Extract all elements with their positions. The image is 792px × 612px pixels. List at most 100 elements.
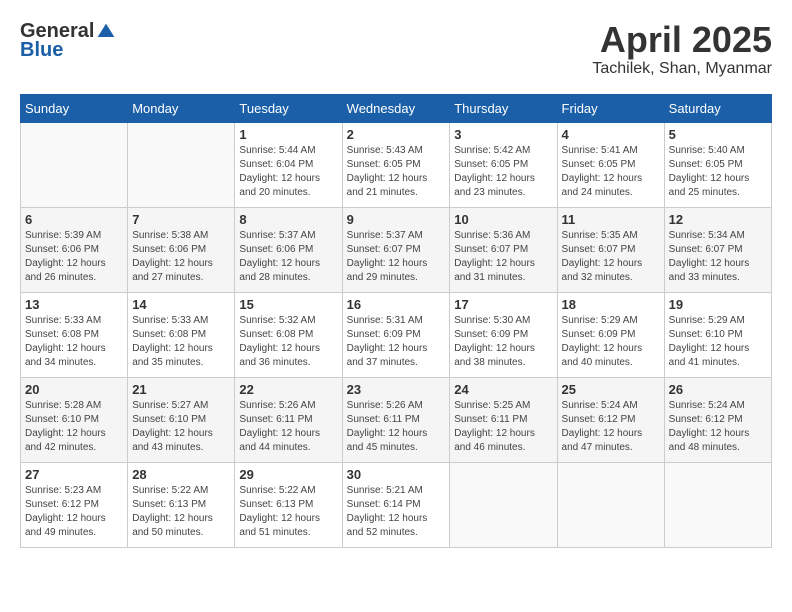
day-info: Sunrise: 5:34 AMSunset: 6:07 PMDaylight:… xyxy=(669,229,767,285)
calendar-cell: 4 Sunrise: 5:41 AMSunset: 6:05 PMDaylight… xyxy=(557,122,664,207)
calendar-cell xyxy=(664,462,771,547)
day-info: Sunrise: 5:24 AMSunset: 6:12 PMDaylight:… xyxy=(562,399,660,455)
day-number: 26 xyxy=(669,382,767,397)
day-number: 5 xyxy=(669,127,767,142)
calendar-cell: 7 Sunrise: 5:38 AMSunset: 6:06 PMDaylight… xyxy=(128,207,235,292)
calendar-cell: 8 Sunrise: 5:37 AMSunset: 6:06 PMDaylight… xyxy=(235,207,342,292)
day-number: 1 xyxy=(239,127,337,142)
day-number: 7 xyxy=(132,212,230,227)
day-info: Sunrise: 5:32 AMSunset: 6:08 PMDaylight:… xyxy=(239,314,337,370)
day-number: 16 xyxy=(347,297,446,312)
logo: General Blue xyxy=(20,20,116,62)
weekday-header: Monday xyxy=(128,94,235,122)
calendar-cell: 13Sunrise: 5:33 AMSunset: 6:08 PMDayligh… xyxy=(21,292,128,377)
calendar-cell xyxy=(557,462,664,547)
calendar-cell xyxy=(128,122,235,207)
calendar-cell: 1Sunrise: 5:44 AMSunset: 6:04 PMDaylight… xyxy=(235,122,342,207)
calendar-week-row: 13Sunrise: 5:33 AMSunset: 6:08 PMDayligh… xyxy=(21,292,772,377)
day-info: Sunrise: 5:27 AMSunset: 6:10 PMDaylight:… xyxy=(132,399,230,455)
calendar-cell: 18 Sunrise: 5:29 AMSunset: 6:09 PMDayligh… xyxy=(557,292,664,377)
calendar-cell: 28Sunrise: 5:22 AMSunset: 6:13 PMDayligh… xyxy=(128,462,235,547)
day-info: Sunrise: 5:25 AMSunset: 6:11 PMDaylight:… xyxy=(454,399,552,455)
calendar-week-row: 27 Sunrise: 5:23 AMSunset: 6:12 PMDayligh… xyxy=(21,462,772,547)
day-info: Sunrise: 5:39 AMSunset: 6:06 PMDaylight:… xyxy=(25,229,123,285)
weekday-header: Sunday xyxy=(21,94,128,122)
day-info: Sunrise: 5:37 AMSunset: 6:06 PMDaylight:… xyxy=(239,229,337,285)
weekday-header: Tuesday xyxy=(235,94,342,122)
title-section: April 2025 Tachilek, Shan, Myanmar xyxy=(592,20,772,78)
calendar-cell: 25 Sunrise: 5:24 AMSunset: 6:12 PMDayligh… xyxy=(557,377,664,462)
calendar-cell: 16 Sunrise: 5:31 AMSunset: 6:09 PMDayligh… xyxy=(342,292,450,377)
calendar-cell: 3Sunrise: 5:42 AMSunset: 6:05 PMDaylight… xyxy=(450,122,557,207)
calendar-cell: 27 Sunrise: 5:23 AMSunset: 6:12 PMDayligh… xyxy=(21,462,128,547)
day-number: 2 xyxy=(347,127,446,142)
day-info: Sunrise: 5:43 AMSunset: 6:05 PMDaylight:… xyxy=(347,144,446,200)
day-info: Sunrise: 5:42 AMSunset: 6:05 PMDaylight:… xyxy=(454,144,552,200)
calendar-cell: 24Sunrise: 5:25 AMSunset: 6:11 PMDayligh… xyxy=(450,377,557,462)
day-number: 19 xyxy=(669,297,767,312)
day-info: Sunrise: 5:33 AMSunset: 6:08 PMDaylight:… xyxy=(132,314,230,370)
month-title: April 2025 xyxy=(592,20,772,60)
day-number: 17 xyxy=(454,297,552,312)
calendar-cell: 10 Sunrise: 5:36 AMSunset: 6:07 PMDayligh… xyxy=(450,207,557,292)
day-info: Sunrise: 5:29 AMSunset: 6:09 PMDaylight:… xyxy=(562,314,660,370)
day-info: Sunrise: 5:23 AMSunset: 6:12 PMDaylight:… xyxy=(25,484,123,540)
calendar-cell: 15 Sunrise: 5:32 AMSunset: 6:08 PMDayligh… xyxy=(235,292,342,377)
weekday-header-row: SundayMondayTuesdayWednesdayThursdayFrid… xyxy=(21,94,772,122)
day-info: Sunrise: 5:37 AMSunset: 6:07 PMDaylight:… xyxy=(347,229,446,285)
calendar-cell: 6Sunrise: 5:39 AMSunset: 6:06 PMDaylight… xyxy=(21,207,128,292)
calendar-cell: 22Sunrise: 5:26 AMSunset: 6:11 PMDayligh… xyxy=(235,377,342,462)
day-info: Sunrise: 5:36 AMSunset: 6:07 PMDaylight:… xyxy=(454,229,552,285)
day-number: 9 xyxy=(347,212,446,227)
day-info: Sunrise: 5:22 AMSunset: 6:13 PMDaylight:… xyxy=(239,484,337,540)
day-number: 22 xyxy=(239,382,337,397)
day-number: 23 xyxy=(347,382,446,397)
calendar-cell: 14 Sunrise: 5:33 AMSunset: 6:08 PMDayligh… xyxy=(128,292,235,377)
day-number: 15 xyxy=(239,297,337,312)
calendar-cell: 5 Sunrise: 5:40 AMSunset: 6:05 PMDaylight… xyxy=(664,122,771,207)
day-number: 30 xyxy=(347,467,446,482)
calendar-cell: 19 Sunrise: 5:29 AMSunset: 6:10 PMDayligh… xyxy=(664,292,771,377)
day-number: 25 xyxy=(562,382,660,397)
calendar-cell: 2 Sunrise: 5:43 AMSunset: 6:05 PMDaylight… xyxy=(342,122,450,207)
day-number: 4 xyxy=(562,127,660,142)
day-number: 20 xyxy=(25,382,123,397)
calendar-cell: 20Sunrise: 5:28 AMSunset: 6:10 PMDayligh… xyxy=(21,377,128,462)
day-info: Sunrise: 5:31 AMSunset: 6:09 PMDaylight:… xyxy=(347,314,446,370)
location-title: Tachilek, Shan, Myanmar xyxy=(592,60,772,78)
day-number: 10 xyxy=(454,212,552,227)
calendar-cell: 21 Sunrise: 5:27 AMSunset: 6:10 PMDayligh… xyxy=(128,377,235,462)
calendar-cell: 29 Sunrise: 5:22 AMSunset: 6:13 PMDayligh… xyxy=(235,462,342,547)
weekday-header: Wednesday xyxy=(342,94,450,122)
calendar-cell: 9 Sunrise: 5:37 AMSunset: 6:07 PMDaylight… xyxy=(342,207,450,292)
day-info: Sunrise: 5:33 AMSunset: 6:08 PMDaylight:… xyxy=(25,314,123,370)
day-info: Sunrise: 5:30 AMSunset: 6:09 PMDaylight:… xyxy=(454,314,552,370)
day-number: 21 xyxy=(132,382,230,397)
day-number: 8 xyxy=(239,212,337,227)
calendar-week-row: 20Sunrise: 5:28 AMSunset: 6:10 PMDayligh… xyxy=(21,377,772,462)
logo-icon xyxy=(96,22,116,42)
day-number: 29 xyxy=(239,467,337,482)
calendar-week-row: 6Sunrise: 5:39 AMSunset: 6:06 PMDaylight… xyxy=(21,207,772,292)
calendar-cell: 26 Sunrise: 5:24 AMSunset: 6:12 PMDayligh… xyxy=(664,377,771,462)
day-info: Sunrise: 5:29 AMSunset: 6:10 PMDaylight:… xyxy=(669,314,767,370)
day-info: Sunrise: 5:38 AMSunset: 6:06 PMDaylight:… xyxy=(132,229,230,285)
logo-blue: Blue xyxy=(20,39,63,62)
day-info: Sunrise: 5:24 AMSunset: 6:12 PMDaylight:… xyxy=(669,399,767,455)
calendar-week-row: 1Sunrise: 5:44 AMSunset: 6:04 PMDaylight… xyxy=(21,122,772,207)
day-info: Sunrise: 5:41 AMSunset: 6:05 PMDaylight:… xyxy=(562,144,660,200)
day-number: 27 xyxy=(25,467,123,482)
calendar-cell: 11Sunrise: 5:35 AMSunset: 6:07 PMDayligh… xyxy=(557,207,664,292)
day-info: Sunrise: 5:40 AMSunset: 6:05 PMDaylight:… xyxy=(669,144,767,200)
day-info: Sunrise: 5:22 AMSunset: 6:13 PMDaylight:… xyxy=(132,484,230,540)
weekday-header: Saturday xyxy=(664,94,771,122)
day-number: 11 xyxy=(562,212,660,227)
calendar-table: SundayMondayTuesdayWednesdayThursdayFrid… xyxy=(20,94,772,548)
weekday-header: Thursday xyxy=(450,94,557,122)
day-number: 18 xyxy=(562,297,660,312)
calendar-cell: 12 Sunrise: 5:34 AMSunset: 6:07 PMDayligh… xyxy=(664,207,771,292)
day-number: 12 xyxy=(669,212,767,227)
day-number: 14 xyxy=(132,297,230,312)
page-header: General Blue April 2025 Tachilek, Shan, … xyxy=(20,20,772,78)
calendar-cell: 30Sunrise: 5:21 AMSunset: 6:14 PMDayligh… xyxy=(342,462,450,547)
